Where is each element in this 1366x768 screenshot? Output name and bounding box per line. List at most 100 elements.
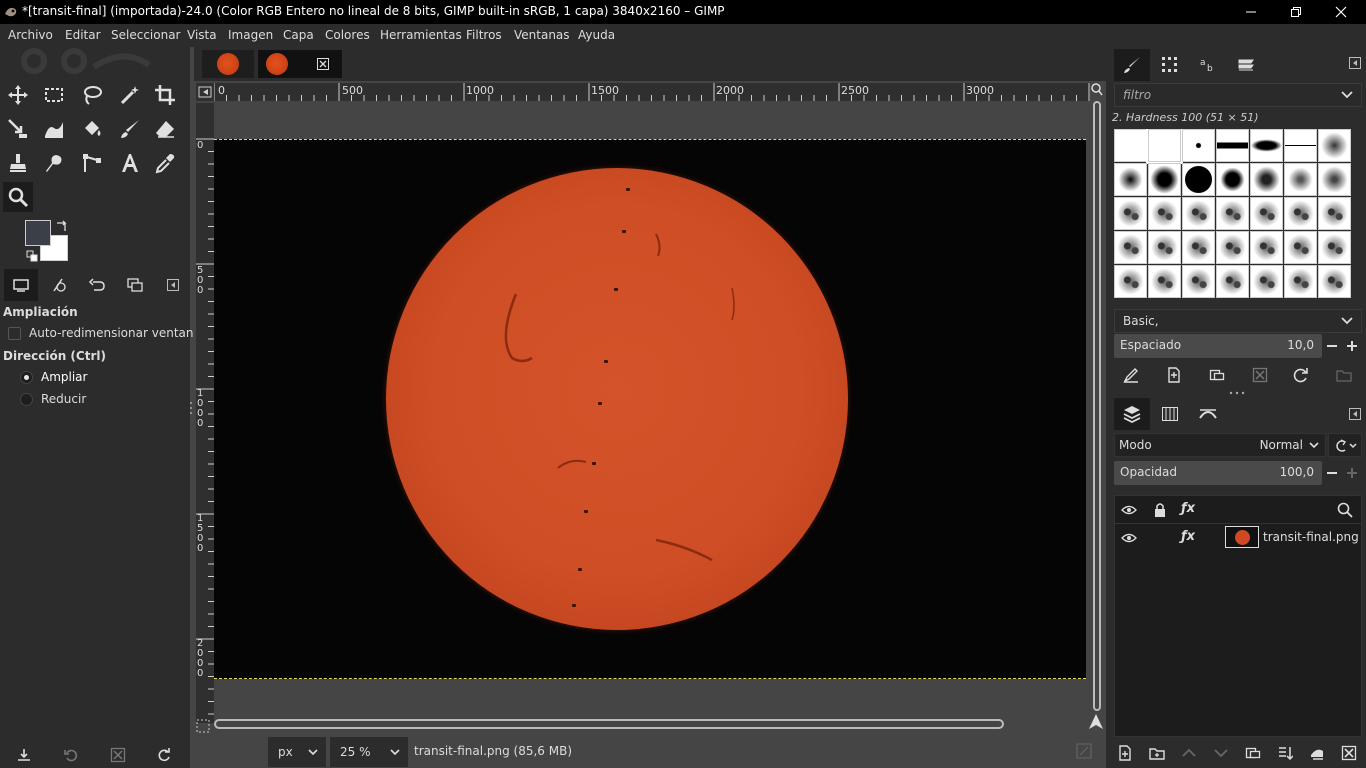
- dock-menu-button[interactable]: [1342, 51, 1366, 75]
- paths-tool[interactable]: [77, 148, 107, 178]
- new-layer-button[interactable]: [1112, 741, 1138, 765]
- brush-preview[interactable]: [1284, 129, 1317, 162]
- zoom-tool[interactable]: [3, 182, 33, 212]
- zoom-selector[interactable]: 25 %: [330, 737, 408, 767]
- menu-imagen[interactable]: Imagen: [228, 28, 273, 42]
- brush-preview[interactable]: [1114, 197, 1147, 230]
- brush-preview[interactable]: [1148, 163, 1181, 196]
- eye-icon[interactable]: [1121, 503, 1137, 517]
- foreground-color-swatch[interactable]: [25, 220, 51, 246]
- brush-preview[interactable]: [1114, 231, 1147, 264]
- dock-separator-grip-icon[interactable]: [1228, 390, 1246, 396]
- brush-preview[interactable]: [1216, 231, 1249, 264]
- brush-preview[interactable]: [1318, 231, 1351, 264]
- tab-undo-history[interactable]: [80, 269, 114, 301]
- direction-zoom-in-option[interactable]: Ampliar: [20, 370, 87, 384]
- canvas-viewport[interactable]: [214, 103, 1086, 723]
- quick-mask-icon[interactable]: [196, 719, 210, 733]
- delete-tool-preset-button[interactable]: [104, 743, 132, 767]
- clone-tool[interactable]: [3, 148, 33, 178]
- menu-filtros[interactable]: Filtros: [466, 28, 502, 42]
- brush-preview[interactable]: [1148, 197, 1181, 230]
- vertical-ruler[interactable]: 0 500 1000 1500 2000: [196, 103, 214, 723]
- raise-layer-button[interactable]: [1176, 741, 1202, 765]
- horizontal-ruler[interactable]: 0 500 1000 1500 2000 2500 3000: [214, 83, 1090, 101]
- rect-select-tool[interactable]: [39, 80, 69, 110]
- search-icon[interactable]: [1337, 502, 1353, 518]
- text-tool[interactable]: [115, 148, 145, 178]
- brush-preview[interactable]: [1250, 265, 1283, 298]
- layer-mode-selector[interactable]: Modo Normal: [1114, 433, 1326, 457]
- brush-preview[interactable]: [1182, 129, 1215, 162]
- brush-preview[interactable]: [1284, 163, 1317, 196]
- swap-colors-icon[interactable]: [55, 219, 69, 233]
- menu-colores[interactable]: Colores: [325, 28, 370, 42]
- new-brush-button[interactable]: [1161, 363, 1187, 387]
- brush-filter-input[interactable]: filtro: [1114, 83, 1362, 107]
- unit-selector[interactable]: px: [268, 737, 326, 767]
- brush-preview[interactable]: [1146, 129, 1183, 164]
- eraser-tool[interactable]: [150, 114, 180, 144]
- dock-menu-button[interactable]: [1342, 402, 1366, 426]
- dock-menu-button[interactable]: [156, 269, 190, 301]
- opacity-decrease-button[interactable]: [1322, 461, 1342, 485]
- add-mask-button[interactable]: [1304, 741, 1330, 765]
- merge-layer-button[interactable]: [1272, 741, 1298, 765]
- auto-resize-option[interactable]: Auto-redimensionar ventana: [8, 326, 201, 340]
- brush-preview[interactable]: [1318, 129, 1351, 162]
- eye-icon[interactable]: [1121, 531, 1137, 545]
- menu-seleccionar[interactable]: Seleccionar: [111, 28, 180, 42]
- navigate-icon[interactable]: [1087, 713, 1105, 731]
- spacing-decrease-button[interactable]: [1322, 334, 1342, 358]
- menu-vista[interactable]: Vista: [187, 28, 217, 42]
- auto-resize-checkbox[interactable]: [8, 326, 21, 340]
- tab-images[interactable]: [118, 269, 152, 301]
- brush-preview[interactable]: [1250, 129, 1283, 162]
- brush-preview[interactable]: [1284, 197, 1317, 230]
- image-tab-1[interactable]: [202, 50, 254, 78]
- brush-preview[interactable]: [1148, 265, 1181, 298]
- brush-preview[interactable]: [1216, 265, 1249, 298]
- brush-preview[interactable]: [1114, 265, 1147, 298]
- bucket-fill-tool[interactable]: [77, 114, 107, 144]
- zoom-out-radio[interactable]: [20, 392, 33, 406]
- brush-preview[interactable]: [1216, 163, 1249, 196]
- navigation-preview-icon[interactable]: [1076, 743, 1092, 759]
- brush-preview[interactable]: [1318, 163, 1351, 196]
- smudge-tool[interactable]: [39, 148, 69, 178]
- opacity-slider[interactable]: Opacidad 100,0: [1114, 461, 1322, 485]
- tab-channels[interactable]: [1152, 398, 1188, 430]
- brush-preview[interactable]: [1250, 231, 1283, 264]
- brush-preview[interactable]: [1114, 163, 1147, 196]
- spacing-increase-button[interactable]: [1342, 334, 1362, 358]
- brush-grid[interactable]: [1114, 129, 1352, 304]
- menu-capa[interactable]: Capa: [283, 28, 314, 42]
- open-brush-button[interactable]: [1331, 363, 1357, 387]
- new-layer-group-button[interactable]: [1144, 741, 1170, 765]
- tab-tool-options[interactable]: [4, 269, 38, 301]
- edit-brush-button[interactable]: [1118, 363, 1144, 387]
- image-tab-2[interactable]: [258, 50, 342, 78]
- image-canvas[interactable]: [214, 139, 1086, 679]
- menu-ventanas[interactable]: Ventanas: [514, 28, 570, 42]
- duplicate-layer-button[interactable]: [1240, 741, 1266, 765]
- save-tool-preset-button[interactable]: [10, 743, 38, 767]
- fx-icon[interactable]: ƒx: [1181, 501, 1195, 516]
- tab-device-status[interactable]: [42, 269, 76, 301]
- delete-layer-button[interactable]: [1336, 741, 1362, 765]
- menu-archivo[interactable]: Archivo: [8, 28, 53, 42]
- move-tool[interactable]: [3, 80, 33, 110]
- opacity-increase-button[interactable]: [1342, 461, 1362, 485]
- lower-layer-button[interactable]: [1208, 741, 1234, 765]
- horizontal-scrollbar[interactable]: [214, 719, 1004, 729]
- brush-preview[interactable]: [1182, 265, 1215, 298]
- brush-preview[interactable]: [1182, 197, 1215, 230]
- menu-editar[interactable]: Editar: [65, 28, 101, 42]
- close-button[interactable]: [1318, 0, 1364, 24]
- brush-preview[interactable]: [1216, 197, 1249, 230]
- restore-tool-preset-button[interactable]: [57, 743, 85, 767]
- scale-tool[interactable]: [3, 114, 33, 144]
- tab-document-history[interactable]: [1228, 49, 1264, 81]
- brush-preview[interactable]: [1114, 129, 1147, 162]
- menu-ayuda[interactable]: Ayuda: [578, 28, 615, 42]
